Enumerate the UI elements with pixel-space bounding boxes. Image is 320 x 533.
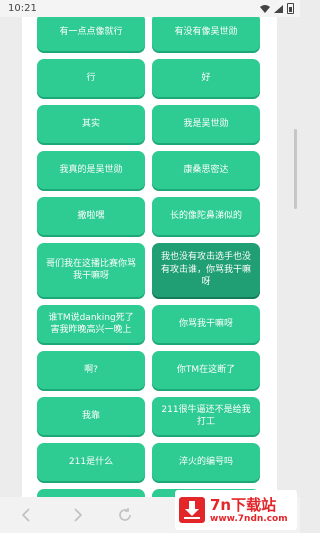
status-time: 10:21 [8, 3, 37, 14]
sound-button[interactable]: 211是什么 [37, 443, 145, 481]
sound-button[interactable]: 我真的是吴世勋 [37, 151, 145, 189]
sound-button[interactable]: 撒啦嘿 [37, 197, 145, 235]
sound-button[interactable]: 行 [37, 59, 145, 97]
watermark-text: 7n下载站 www.7ndn.com [210, 496, 288, 524]
signal-icon [274, 4, 283, 13]
sound-button[interactable]: 康桑思密达 [152, 151, 260, 189]
sound-button[interactable]: 211很牛逼还不是给我打工 [152, 397, 260, 435]
sound-button[interactable]: 你骂我干嘛呀 [152, 305, 260, 343]
sound-button[interactable]: 其实 [37, 105, 145, 143]
sound-button-grid: 有一点点像就行 有没有像吴世勋 行 好 其实 我是吴世勋 我真的是吴世勋 康桑思… [37, 17, 260, 497]
download-logo-icon [179, 497, 205, 523]
site-watermark: 7n下载站 www.7ndn.com [175, 490, 297, 530]
sound-button[interactable] [37, 489, 145, 497]
wifi-icon [260, 4, 270, 13]
sound-button[interactable]: 我是吴世勋 [152, 105, 260, 143]
sound-button[interactable]: 我靠 [37, 397, 145, 435]
refresh-icon[interactable] [116, 506, 134, 524]
button-list-page[interactable]: 有一点点像就行 有没有像吴世勋 行 好 其实 我是吴世勋 我真的是吴世勋 康桑思… [22, 17, 277, 497]
sound-button[interactable]: 谁TM说danking死了害我昨晚高兴一晚上 [37, 305, 145, 343]
sound-button-active[interactable]: 我也没有攻击选手也没有攻击谁，你骂我干嘛呀 [152, 243, 260, 297]
sound-button[interactable]: 有一点点像就行 [37, 17, 145, 51]
watermark-url: www.7ndn.com [210, 514, 288, 524]
sound-button[interactable]: 啊? [37, 351, 145, 389]
sound-button[interactable]: 淬火的编号吗 [152, 443, 260, 481]
chevron-left-icon[interactable] [18, 506, 36, 524]
sound-button[interactable]: 有没有像吴世勋 [152, 17, 260, 51]
battery-icon [287, 3, 294, 14]
sound-button[interactable]: 你TM在这断了 [152, 351, 260, 389]
chevron-right-icon[interactable] [68, 506, 86, 524]
sound-button[interactable]: 哥们我在这播比赛你骂我干嘛呀 [37, 243, 145, 297]
sound-button[interactable]: 好 [152, 59, 260, 97]
watermark-title: 7n下载站 [210, 496, 277, 514]
sound-button[interactable]: 长的像陀鼻涕似的 [152, 197, 260, 235]
status-bar: 10:21 [0, 0, 300, 17]
scrollbar[interactable] [294, 129, 297, 209]
status-icons [260, 3, 294, 14]
